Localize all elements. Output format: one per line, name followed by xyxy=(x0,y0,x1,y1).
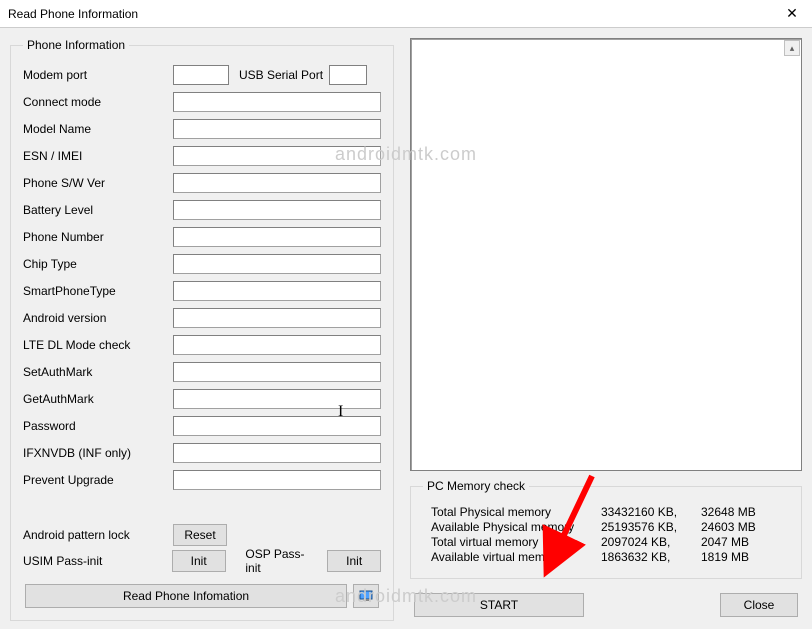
field-password[interactable] xyxy=(173,416,381,436)
field-chip-type[interactable] xyxy=(173,254,381,274)
phone-info-legend: Phone Information xyxy=(23,38,129,52)
row-connect-mode: Connect mode xyxy=(23,89,381,115)
row-set-auth: SetAuthMark xyxy=(23,359,381,385)
row-phone-number: Phone Number xyxy=(23,224,381,250)
mem-label: Available virtual memory xyxy=(431,550,601,564)
row-usim-pass: USIM Pass-init Init OSP Pass-init Init xyxy=(23,548,381,574)
usim-init-button[interactable]: Init xyxy=(172,550,226,572)
field-model-name[interactable] xyxy=(173,119,381,139)
label-get-auth: GetAuthMark xyxy=(23,392,173,406)
row-phone-sw: Phone S/W Ver xyxy=(23,170,381,196)
label-password: Password xyxy=(23,419,173,433)
footer-buttons: START Close xyxy=(410,593,802,619)
reset-button[interactable]: Reset xyxy=(173,524,227,546)
row-lte-dl: LTE DL Mode check xyxy=(23,332,381,358)
field-smartphone-type[interactable] xyxy=(173,281,381,301)
field-esn-imei[interactable] xyxy=(173,146,381,166)
label-phone-sw: Phone S/W Ver xyxy=(23,176,173,190)
phone-info-group: Phone Information Modem port USB Serial … xyxy=(10,38,394,621)
pc-memory-legend: PC Memory check xyxy=(423,479,529,493)
field-usb-serial[interactable] xyxy=(329,65,367,85)
row-android-pattern: Android pattern lock Reset xyxy=(23,522,381,548)
row-ifxnvdb: IFXNVDB (INF only) xyxy=(23,440,381,466)
field-phone-sw[interactable] xyxy=(173,173,381,193)
label-ifxnvdb: IFXNVDB (INF only) xyxy=(23,446,173,460)
field-get-auth[interactable] xyxy=(173,389,381,409)
field-set-auth[interactable] xyxy=(173,362,381,382)
field-battery[interactable] xyxy=(173,200,381,220)
label-android-pattern: Android pattern lock xyxy=(23,528,173,542)
pc-memory-table: Total Physical memory 33432160 KB, 32648… xyxy=(423,503,789,566)
label-lte-dl: LTE DL Mode check xyxy=(23,338,173,352)
start-button[interactable]: START xyxy=(414,593,584,617)
mem-mb: 2047 MB xyxy=(701,535,781,549)
row-password: Password xyxy=(23,413,381,439)
row-model-name: Model Name xyxy=(23,116,381,142)
left-column: Phone Information Modem port USB Serial … xyxy=(10,38,394,619)
content-area: Phone Information Modem port USB Serial … xyxy=(0,28,812,629)
label-battery: Battery Level xyxy=(23,203,173,217)
label-usim-pass: USIM Pass-init xyxy=(23,554,172,568)
label-phone-number: Phone Number xyxy=(23,230,173,244)
field-android-version[interactable] xyxy=(173,308,381,328)
mem-label: Available Physical memory xyxy=(431,520,601,534)
field-lte-dl[interactable] xyxy=(173,335,381,355)
mem-mb: 1819 MB xyxy=(701,550,781,564)
mem-mb: 24603 MB xyxy=(701,520,781,534)
row-esn-imei: ESN / IMEI xyxy=(23,143,381,169)
close-button[interactable]: Close xyxy=(720,593,798,617)
mem-mb: 32648 MB xyxy=(701,505,781,519)
field-connect-mode[interactable] xyxy=(173,92,381,112)
label-esn-imei: ESN / IMEI xyxy=(23,149,173,163)
label-osp-pass: OSP Pass-init xyxy=(245,547,319,575)
row-read-phone: Read Phone Infomation xyxy=(23,584,381,608)
row-smartphone-type: SmartPhoneType xyxy=(23,278,381,304)
mem-label: Total Physical memory xyxy=(431,505,601,519)
row-modem-port: Modem port USB Serial Port xyxy=(23,62,381,88)
right-column: ▴ PC Memory check Total Physical memory … xyxy=(410,38,802,619)
field-phone-number[interactable] xyxy=(173,227,381,247)
scroll-up-icon[interactable]: ▴ xyxy=(784,40,800,56)
monitor-icon[interactable] xyxy=(353,584,379,608)
titlebar: Read Phone Information ✕ xyxy=(0,0,812,28)
row-get-auth: GetAuthMark xyxy=(23,386,381,412)
mem-kb: 2097024 KB, xyxy=(601,535,701,549)
mem-label: Total virtual memory xyxy=(431,535,601,549)
label-set-auth: SetAuthMark xyxy=(23,365,173,379)
mem-kb: 1863632 KB, xyxy=(601,550,701,564)
label-prevent-upgrade: Prevent Upgrade xyxy=(23,473,173,487)
mem-kb: 25193576 KB, xyxy=(601,520,701,534)
label-connect-mode: Connect mode xyxy=(23,95,173,109)
label-model-name: Model Name xyxy=(23,122,173,136)
field-ifxnvdb[interactable] xyxy=(173,443,381,463)
read-phone-button[interactable]: Read Phone Infomation xyxy=(25,584,347,608)
label-android-version: Android version xyxy=(23,311,173,325)
label-chip-type: Chip Type xyxy=(23,257,173,271)
row-android-version: Android version xyxy=(23,305,381,331)
window-title: Read Phone Information xyxy=(8,7,772,21)
log-textarea[interactable]: ▴ xyxy=(410,38,802,471)
field-prevent-upgrade[interactable] xyxy=(173,470,381,490)
mem-kb: 33432160 KB, xyxy=(601,505,701,519)
row-battery: Battery Level xyxy=(23,197,381,223)
pc-memory-group: PC Memory check Total Physical memory 33… xyxy=(410,479,802,579)
osp-init-button[interactable]: Init xyxy=(327,550,381,572)
label-usb-serial: USB Serial Port xyxy=(239,68,323,82)
close-icon[interactable]: ✕ xyxy=(772,0,812,28)
row-chip-type: Chip Type xyxy=(23,251,381,277)
label-smartphone-type: SmartPhoneType xyxy=(23,284,173,298)
row-prevent-upgrade: Prevent Upgrade xyxy=(23,467,381,493)
field-modem-port[interactable] xyxy=(173,65,229,85)
label-modem-port: Modem port xyxy=(23,68,173,82)
